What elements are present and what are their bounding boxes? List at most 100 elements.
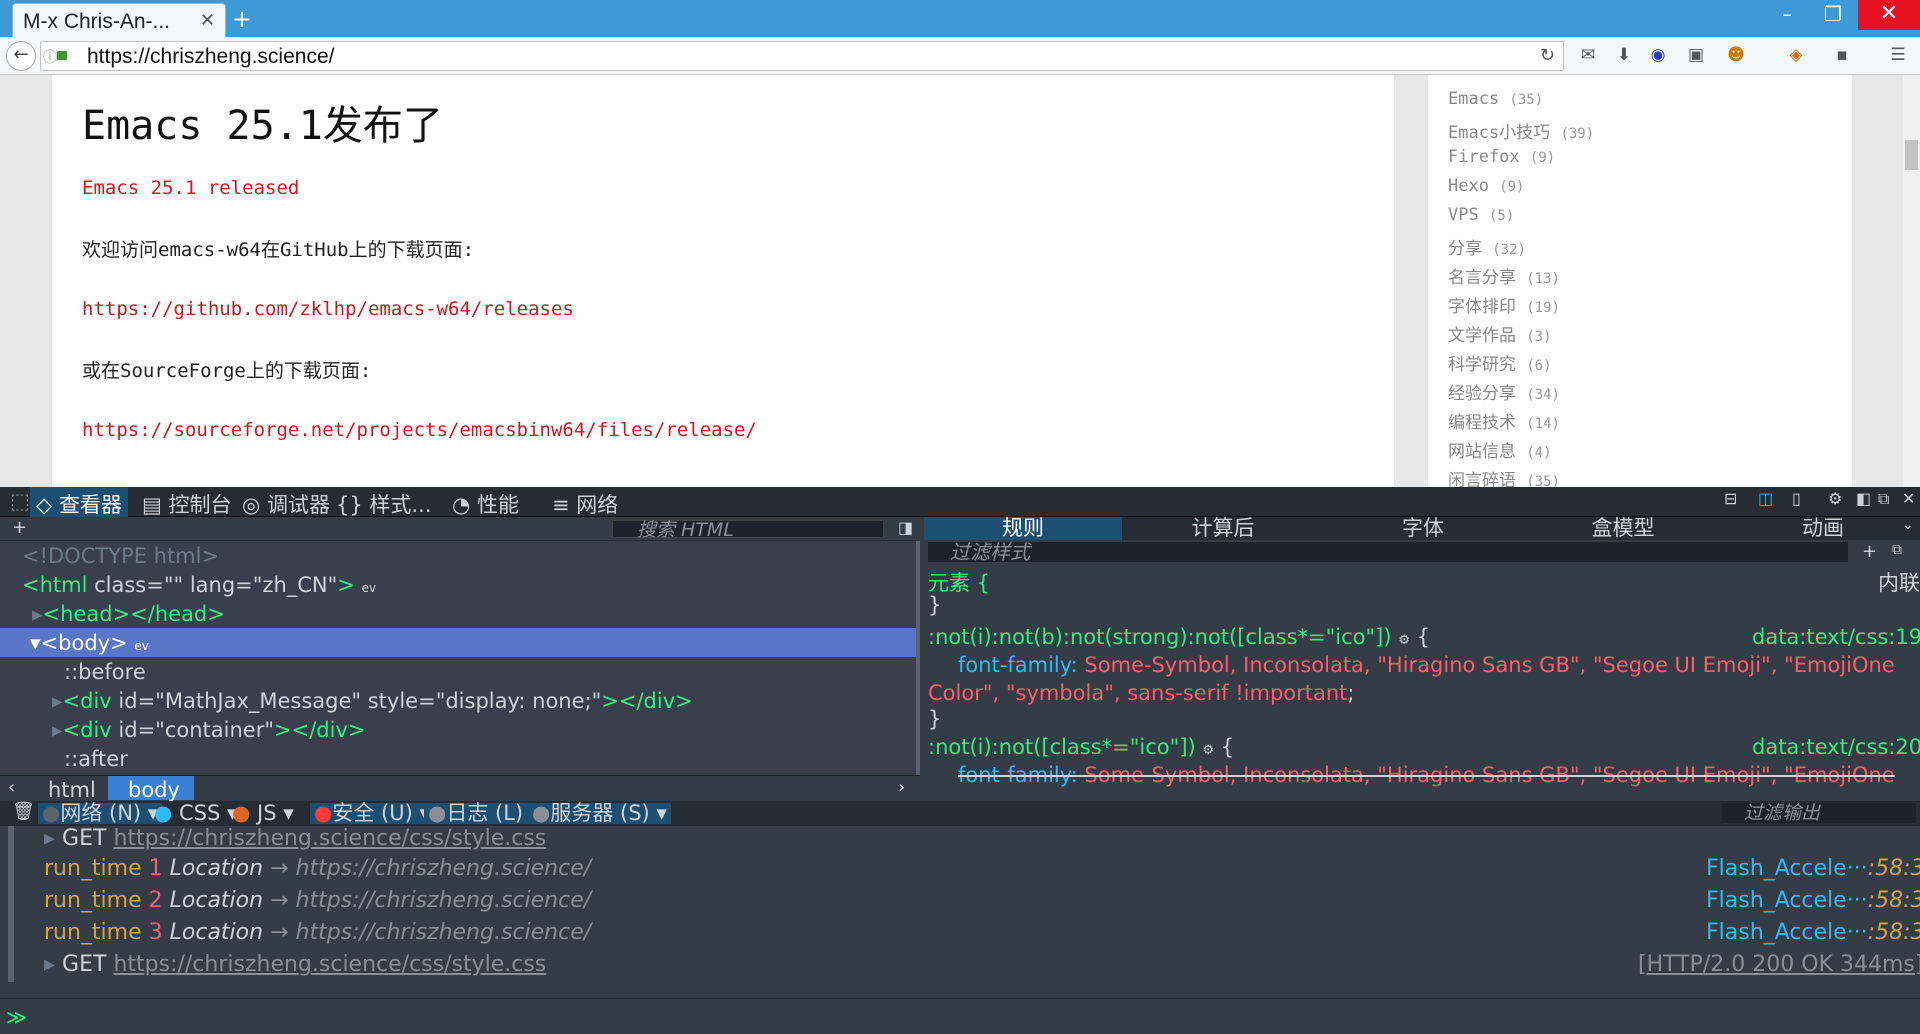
- url-text[interactable]: https://chriszheng.science/: [87, 45, 334, 69]
- tab-inspector[interactable]: ◇ 查看器: [30, 487, 128, 517]
- filter-output-input[interactable]: 过滤输出: [1722, 803, 1916, 823]
- tab-debugger[interactable]: ◎ 调试器: [236, 487, 336, 517]
- breadcrumb-body[interactable]: body: [108, 776, 194, 802]
- tab-box-model[interactable]: 盒模型: [1524, 517, 1722, 540]
- category-link[interactable]: Emacs小技巧 (39): [1448, 118, 1852, 147]
- rule-declaration-overridden[interactable]: font-family: Some-Symbol, Inconsolata, "…: [958, 763, 1895, 787]
- tab-network[interactable]: ≡ 网络: [546, 487, 624, 517]
- expand-arrow-icon[interactable]: ▸: [32, 602, 43, 626]
- rule-selector[interactable]: :not(i):not(b):not(strong):not([class*="…: [928, 625, 1430, 649]
- category-link[interactable]: Firefox (9): [1448, 147, 1852, 176]
- add-node-icon[interactable]: +: [12, 517, 27, 538]
- breadcrumb-html[interactable]: html: [48, 778, 96, 802]
- screenshot-icon[interactable]: ▣: [1686, 45, 1706, 65]
- new-tab-button[interactable]: +: [232, 5, 252, 33]
- event-badge-icon[interactable]: ev: [134, 639, 148, 653]
- rule-source-link[interactable]: data:text/css:19: [1752, 625, 1920, 649]
- scrollbar-thumb[interactable]: [1905, 140, 1918, 170]
- markup-head[interactable]: ▸<head></head>: [0, 599, 920, 628]
- expand-arrow-icon[interactable]: ▸: [52, 718, 63, 742]
- category-link[interactable]: 经验分享 (34): [1448, 379, 1852, 408]
- highlight-selector-icon[interactable]: ⚙: [1202, 743, 1214, 758]
- tab-console[interactable]: ▤ 控制台: [136, 487, 238, 517]
- tab-animations[interactable]: 动画: [1724, 517, 1920, 540]
- markup-html[interactable]: <html class="" lang="zh_CN"> ev: [0, 570, 920, 599]
- popout-icon[interactable]: ⧉: [1872, 487, 1895, 517]
- category-link[interactable]: 科学研究 (6): [1448, 350, 1852, 379]
- info-icon[interactable]: ⓘ: [43, 47, 57, 67]
- rule-declaration[interactable]: font-family: Some-Symbol, Inconsolata, "…: [958, 653, 1895, 677]
- console-input[interactable]: ≫: [0, 998, 1920, 1034]
- category-link[interactable]: Emacs (35): [1448, 89, 1852, 118]
- back-arrow-icon[interactable]: ←: [6, 41, 36, 71]
- tab-performance[interactable]: ◔ 性能: [446, 487, 525, 517]
- split-console-icon[interactable]: ◫: [1752, 487, 1779, 517]
- responsive-icon[interactable]: ▯: [1786, 487, 1807, 517]
- category-link[interactable]: 字体排印 (19): [1448, 292, 1852, 321]
- menu-icon[interactable]: ☰: [1888, 45, 1908, 65]
- page-scrollbar[interactable]: [1903, 75, 1920, 487]
- console-network-row[interactable]: ▸ GET https://chriszheng.science/css/sty…: [44, 952, 546, 982]
- tab-style-editor[interactable]: {} 样式...: [330, 487, 437, 517]
- rule-source-link[interactable]: data:text/css:20: [1752, 735, 1920, 759]
- filter-security[interactable]: ●安全 (U) ▾: [310, 803, 434, 824]
- reload-icon[interactable]: ↻: [1540, 45, 1555, 66]
- console-source-link[interactable]: Flash_Accele···:58:3: [1706, 888, 1920, 918]
- minimize-icon[interactable]: –: [1764, 0, 1810, 30]
- console-network-row[interactable]: ▸ GET https://chriszheng.science/css/sty…: [44, 826, 546, 856]
- filter-js[interactable]: ● JS ▾: [228, 803, 298, 824]
- collapse-arrow-icon[interactable]: ▾: [30, 631, 41, 655]
- inline-source[interactable]: 内联: [1878, 567, 1920, 597]
- filter-log[interactable]: ●日志 (L) ▾: [424, 803, 545, 824]
- category-link[interactable]: 分享 (32): [1448, 234, 1852, 263]
- markup-after[interactable]: ::after: [0, 744, 920, 773]
- breadcrumb-left-icon[interactable]: ‹: [8, 777, 15, 798]
- filter-network[interactable]: ●网络 (N) ▾: [38, 803, 163, 824]
- category-link[interactable]: VPS (5): [1448, 205, 1852, 234]
- extension-icon[interactable]: ◉: [1648, 45, 1668, 65]
- mail-icon[interactable]: ✉: [1578, 45, 1598, 65]
- addon-icon[interactable]: ◈: [1786, 45, 1806, 65]
- clear-console-icon[interactable]: 🗑: [12, 801, 35, 822]
- tab-computed[interactable]: 计算后: [1124, 517, 1322, 540]
- add-rule-icon[interactable]: +: [1862, 541, 1877, 562]
- download-icon[interactable]: ⬇: [1614, 45, 1634, 65]
- highlight-selector-icon[interactable]: ⚙: [1398, 633, 1410, 648]
- filter-server[interactable]: ●服务器 (S) ▾: [528, 803, 671, 824]
- github-link[interactable]: https://github.com/zklhp/emacs-w64/relea…: [82, 298, 1394, 320]
- toggle-classes-icon[interactable]: ⧉: [1892, 542, 1902, 558]
- pocket-icon[interactable]: ▪: [1832, 45, 1852, 65]
- browser-tab[interactable]: M-x Chris-An-... ✕: [12, 3, 226, 39]
- console-source-link[interactable]: Flash_Accele···:58:3: [1706, 856, 1920, 886]
- devtools-close-icon[interactable]: ✕: [1896, 487, 1920, 517]
- markup-before[interactable]: ::before: [0, 657, 920, 686]
- markup-scrollbar[interactable]: [916, 541, 920, 775]
- expand-arrow-icon[interactable]: ▸: [52, 689, 63, 713]
- category-link[interactable]: 名言分享 (13): [1448, 263, 1852, 292]
- filter-styles-input[interactable]: 过滤样式: [928, 542, 1848, 562]
- network-status-link[interactable]: [HTTP/2.0 200 OK 344ms]: [1638, 952, 1920, 982]
- dock-icon[interactable]: ⊟: [1718, 487, 1743, 517]
- sourceforge-link[interactable]: https://sourceforge.net/projects/emacsbi…: [82, 419, 1394, 441]
- category-link[interactable]: 文学作品 (3): [1448, 321, 1852, 350]
- settings-icon[interactable]: ⚙: [1822, 487, 1848, 517]
- markup-div[interactable]: ▸<div id="MathJax_Message" style="displa…: [0, 686, 920, 715]
- window-close-icon[interactable]: ✕: [1858, 0, 1920, 30]
- category-link[interactable]: 网站信息 (4): [1448, 437, 1852, 466]
- markup-body[interactable]: ▾<body> ev: [0, 628, 920, 657]
- close-tab-icon[interactable]: ✕: [200, 10, 215, 31]
- category-link[interactable]: Hexo (9): [1448, 176, 1852, 205]
- rule-selector[interactable]: :not(i):not([class*="ico"]) ⚙ {: [928, 735, 1234, 759]
- url-bar[interactable]: ⓘ https://chriszheng.science/ ↻: [40, 41, 1564, 71]
- tab-fonts[interactable]: 字体: [1324, 517, 1522, 540]
- category-link[interactable]: 编程技术 (14): [1448, 408, 1852, 437]
- event-badge-icon[interactable]: ev: [362, 581, 376, 595]
- monkey-icon[interactable]: ☻: [1726, 45, 1746, 65]
- expand-arrow-icon[interactable]: ▸: [44, 952, 55, 977]
- tab-rules[interactable]: 规则: [924, 517, 1122, 540]
- toggle-sidebar-icon[interactable]: ◨: [898, 518, 913, 537]
- expand-arrow-icon[interactable]: ▸: [44, 826, 55, 851]
- maximize-icon[interactable]: ❐: [1810, 0, 1856, 30]
- console-source-link[interactable]: Flash_Accele···:58:3: [1706, 920, 1920, 950]
- markup-div[interactable]: ▸<div id="container"></div>: [0, 715, 920, 744]
